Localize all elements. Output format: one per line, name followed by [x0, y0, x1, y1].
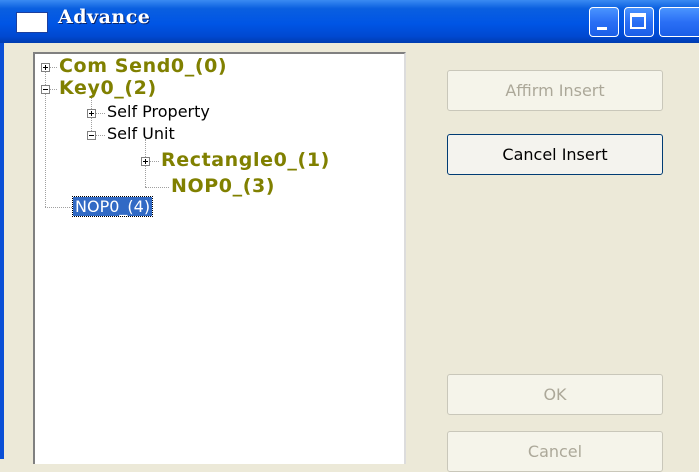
tree-line [49, 89, 57, 90]
tree-node-self-property[interactable]: Self Property [107, 102, 210, 121]
maximize-button[interactable] [624, 7, 654, 37]
tree-node-self-unit[interactable]: Self Unit [107, 124, 175, 143]
window-title: Advance [58, 6, 151, 28]
tree-view[interactable]: Com Send0_(0) Key0_(2) Self Property Sel… [33, 52, 406, 464]
tree-line [45, 207, 72, 208]
tree-line [49, 67, 57, 68]
close-button[interactable] [659, 7, 699, 37]
tree-node-nop0-4[interactable]: NOP0_(4) [71, 196, 154, 217]
tree-line [96, 113, 105, 114]
expand-icon[interactable] [87, 109, 96, 118]
app-icon [16, 12, 48, 33]
minimize-button[interactable] [589, 7, 619, 37]
tree-line [96, 135, 105, 136]
affirm-insert-button[interactable]: Affirm Insert [447, 70, 663, 111]
cancel-button[interactable]: Cancel [447, 431, 663, 472]
tree-node-rectangle0[interactable]: Rectangle0_(1) [161, 149, 330, 171]
expand-icon[interactable] [141, 157, 150, 166]
cancel-insert-button[interactable]: Cancel Insert [447, 134, 663, 175]
tree-node-com-send0[interactable]: Com Send0_(0) [59, 55, 227, 77]
ok-button[interactable]: OK [447, 374, 663, 415]
tree-line [150, 161, 159, 162]
title-bar[interactable]: Advance [0, 0, 699, 43]
tree-line [145, 187, 169, 188]
tree-node-nop0-3[interactable]: NOP0_(3) [171, 175, 275, 197]
tree-node-key0[interactable]: Key0_(2) [59, 77, 157, 99]
collapse-icon[interactable] [87, 131, 96, 140]
collapse-icon[interactable] [41, 85, 50, 94]
window-frame-left [0, 43, 4, 459]
expand-icon[interactable] [41, 63, 50, 72]
